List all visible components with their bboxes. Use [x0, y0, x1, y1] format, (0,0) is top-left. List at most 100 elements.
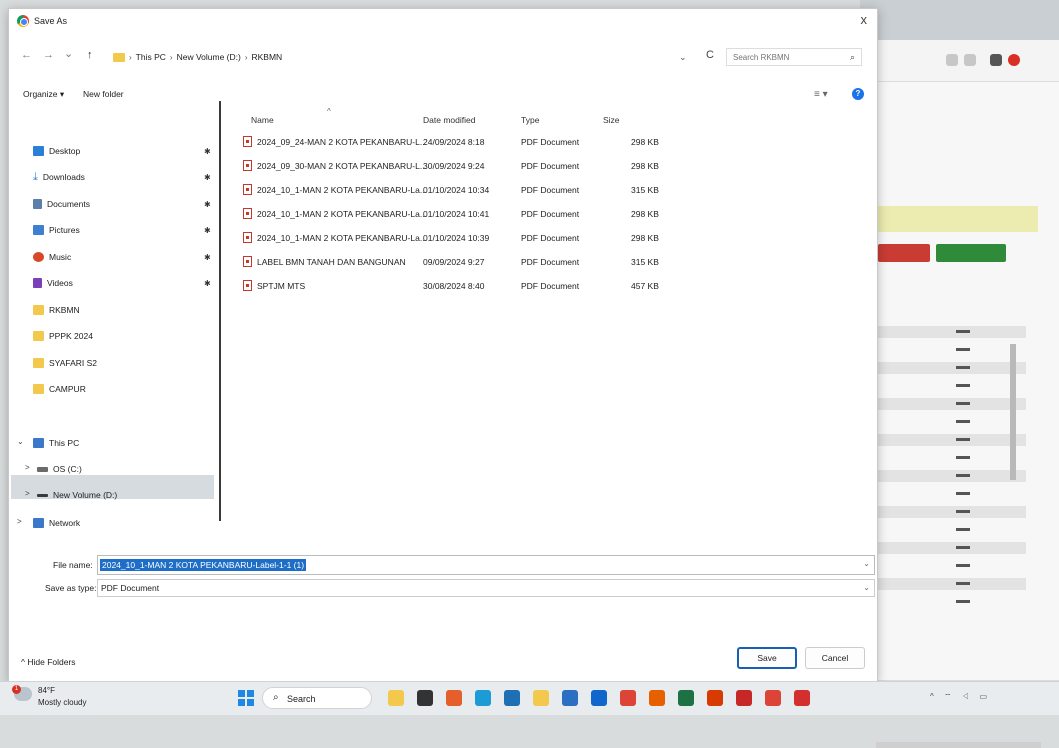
breadcrumb-new-volume[interactable]: New Volume (D:) — [177, 52, 241, 62]
sidebar-item-documents[interactable]: Documents — [33, 196, 90, 212]
table-row — [878, 452, 1026, 464]
column-header-type[interactable]: Type — [521, 115, 539, 125]
system-tray[interactable]: ^ ⌔ ◁ ▭ — [930, 692, 991, 702]
table-row — [878, 542, 1026, 554]
folder-app-icon[interactable] — [533, 690, 549, 706]
weather-condition: Mostly cloudy — [38, 698, 87, 707]
tree-item-network[interactable]: Network — [33, 515, 80, 531]
sidebar-item-music[interactable]: Music — [33, 249, 71, 265]
column-header-date[interactable]: Date modified — [423, 115, 475, 125]
table-row — [878, 470, 1026, 482]
hide-folders-button[interactable]: ^ Hide Folders — [21, 657, 76, 667]
close-button[interactable]: x — [861, 12, 868, 27]
sidebar-item-label: Pictures — [49, 225, 80, 235]
table-row — [878, 380, 1026, 392]
file-row[interactable]: 2024_10_1-MAN 2 KOTA PEKANBARU-La... 01/… — [237, 203, 867, 227]
file-size: 298 KB — [631, 209, 659, 219]
file-type: PDF Document — [521, 209, 580, 219]
photos-icon[interactable] — [562, 690, 578, 706]
up-button[interactable]: ↑ — [87, 49, 93, 61]
weather-icon[interactable] — [12, 685, 32, 701]
search-box[interactable]: ⌕ — [726, 48, 862, 66]
file-name: 2024_09_30-MAN 2 KOTA PEKANBARU-L... — [257, 161, 427, 171]
firefox-icon[interactable] — [649, 690, 665, 706]
chevron-down-icon[interactable]: ⌄ — [863, 559, 870, 568]
save-as-type-select[interactable]: PDF Document ⌄ — [97, 579, 875, 597]
task-view-icon[interactable] — [417, 690, 433, 706]
file-row[interactable]: 2024_10_1-MAN 2 KOTA PEKANBARU-La... 01/… — [237, 227, 867, 251]
sidebar-item-rkbmn[interactable]: RKBMN — [33, 302, 80, 318]
folder-icon — [33, 331, 44, 341]
start-button[interactable] — [238, 690, 254, 706]
table-row — [878, 434, 1026, 446]
network-icon — [33, 518, 44, 528]
tree-item-new-volume-d[interactable]: New Volume (D:) — [37, 487, 117, 503]
sidebar-item-syafari-s2[interactable]: SYAFARI S2 — [33, 355, 97, 371]
file-row[interactable]: 2024_09_30-MAN 2 KOTA PEKANBARU-L... 30/… — [237, 155, 867, 179]
file-explorer-icon[interactable] — [388, 690, 404, 706]
folder-icon — [33, 384, 44, 394]
help-button[interactable]: ? — [852, 88, 864, 100]
recent-locations-button[interactable]: ⌄ — [64, 47, 73, 60]
file-row[interactable]: SPTJM MTS 30/08/2024 8:40 PDF Document 4… — [237, 275, 867, 299]
file-row[interactable]: 2024_10_1-MAN 2 KOTA PEKANBARU-La... 01/… — [237, 179, 867, 203]
app-red-icon[interactable] — [736, 690, 752, 706]
sidebar-item-pppk-2024[interactable]: PPPK 2024 — [33, 328, 93, 344]
dialog-titlebar: Save As x — [9, 9, 877, 35]
column-header-name[interactable]: Name — [251, 115, 274, 125]
file-date: 30/09/2024 9:24 — [423, 161, 485, 171]
tree-item-label: This PC — [49, 438, 80, 448]
sidebar-item-videos[interactable]: Videos — [33, 275, 73, 291]
excel-icon[interactable] — [678, 690, 694, 706]
file-row[interactable]: 2024_09_24-MAN 2 KOTA PEKANBARU-L... 24/… — [237, 131, 867, 155]
chevron-right-icon[interactable]: > — [17, 517, 22, 526]
taskbar-search[interactable]: ⌕ Search — [262, 687, 372, 709]
office-icon[interactable] — [707, 690, 723, 706]
chrome-icon[interactable] — [620, 690, 636, 706]
outlook-icon[interactable] — [591, 690, 607, 706]
file-row[interactable]: LABEL BMN TANAH DAN BANGUNAN 09/09/2024 … — [237, 251, 867, 275]
organize-menu[interactable]: Organize ▾ — [23, 89, 64, 100]
sidebar-item-downloads[interactable]: ⤓ Downloads — [33, 169, 85, 185]
search-icon: ⌕ — [849, 52, 855, 62]
address-dropdown-button[interactable]: ⌄ — [679, 52, 687, 63]
file-date: 01/10/2024 10:34 — [423, 185, 490, 195]
table-row — [878, 362, 1026, 374]
chevron-right-icon[interactable]: > — [25, 463, 30, 472]
cancel-button[interactable]: Cancel — [805, 647, 865, 669]
pin-icon: ✱ — [204, 279, 211, 288]
sidebar-item-campur[interactable]: CAMPUR — [33, 381, 86, 397]
breadcrumb[interactable]: › This PC › New Volume (D:) › RKBMN — [113, 52, 282, 62]
chevron-down-icon[interactable]: ⌄ — [863, 583, 870, 592]
back-button[interactable]: ← — [21, 49, 32, 61]
sidebar-item-pictures[interactable]: Pictures — [33, 222, 80, 238]
tree-item-os-c[interactable]: OS (C:) — [37, 461, 82, 477]
breadcrumb-rkbmn[interactable]: RKBMN — [252, 52, 283, 62]
file-name: 2024_09_24-MAN 2 KOTA PEKANBARU-L... — [257, 137, 427, 147]
file-name-input[interactable]: 2024_10_1-MAN 2 KOTA PEKANBARU-Label-1-1… — [97, 555, 875, 575]
store-icon[interactable] — [504, 690, 520, 706]
chevron-down-icon[interactable]: ⌄ — [17, 437, 24, 446]
pane-splitter[interactable] — [219, 101, 221, 521]
sidebar-item-label: Downloads — [42, 172, 85, 182]
edge-icon[interactable] — [475, 690, 491, 706]
tree-item-this-pc[interactable]: This PC — [33, 435, 79, 451]
sidebar-item-desktop[interactable]: Desktop — [33, 143, 80, 159]
forward-button[interactable]: → — [43, 49, 54, 61]
chrome-alt-icon[interactable] — [765, 690, 781, 706]
file-type: PDF Document — [521, 137, 580, 147]
table-row — [878, 326, 1026, 338]
notice-banner — [878, 206, 1038, 232]
pdf-app-icon[interactable] — [794, 690, 810, 706]
save-button[interactable]: Save — [737, 647, 797, 669]
new-folder-button[interactable]: New folder — [83, 89, 124, 99]
chevron-right-icon: › — [169, 52, 173, 62]
copilot-icon[interactable] — [446, 690, 462, 706]
breadcrumb-this-pc[interactable]: This PC — [136, 52, 166, 62]
file-name: LABEL BMN TANAH DAN BANGUNAN — [257, 257, 406, 267]
search-input[interactable] — [727, 49, 835, 65]
column-header-size[interactable]: Size — [603, 115, 620, 125]
chevron-right-icon[interactable]: > — [25, 489, 30, 498]
refresh-button[interactable]: C — [706, 49, 714, 61]
view-options-button[interactable]: ≡ ▾ — [814, 89, 828, 100]
